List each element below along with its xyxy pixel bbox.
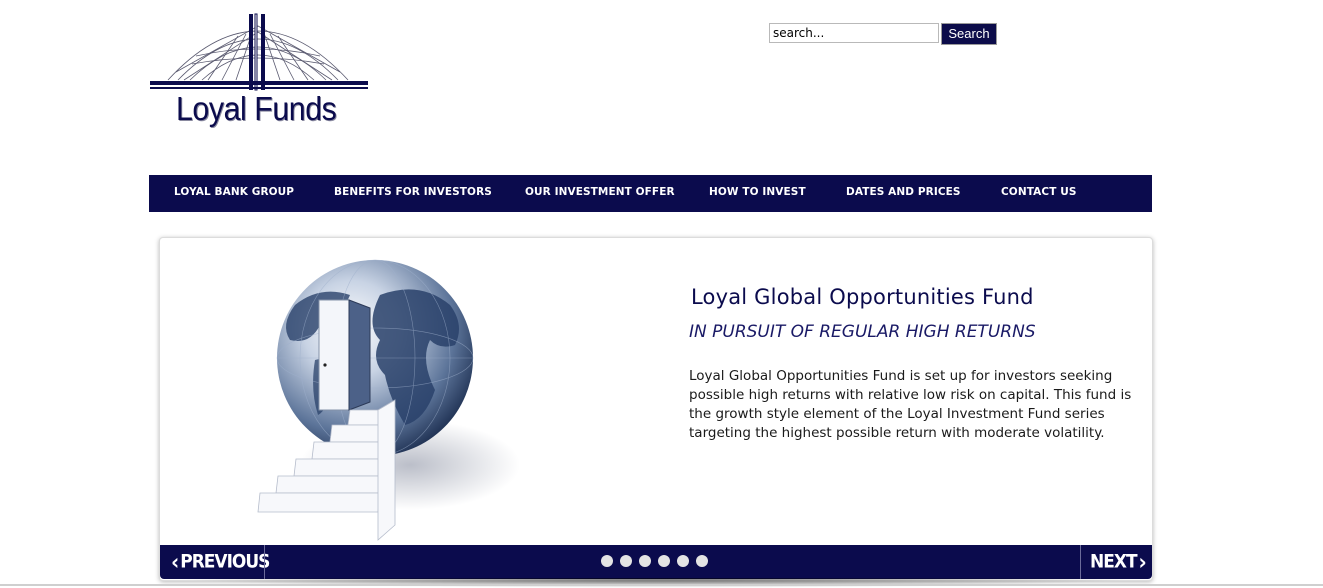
globe-door-stairs-image <box>257 259 520 541</box>
featured-slider: Loyal Global Opportunities Fund IN PURSU… <box>159 237 1153 581</box>
next-label: NEXT <box>1090 551 1138 573</box>
slider-shadow <box>170 578 1142 588</box>
slide-dot-2[interactable] <box>620 555 632 567</box>
nav-item-loyal-bank-group[interactable]: LOYAL BANK GROUP <box>174 186 294 198</box>
nav-item-contact-us[interactable]: CONTACT US <box>1001 186 1077 198</box>
divider <box>264 545 265 579</box>
previous-label: PREVIOUS <box>180 551 270 573</box>
nav-item-benefits-for-investors[interactable]: BENEFITS FOR INVESTORS <box>334 186 492 198</box>
slide-subtitle: IN PURSUIT OF REGULAR HIGH RETURNS <box>689 322 1036 342</box>
search-input[interactable] <box>769 23 939 43</box>
slide-dot-6[interactable] <box>696 555 708 567</box>
footer-divider <box>0 584 1323 586</box>
nav-item-how-to-invest[interactable]: HOW TO INVEST <box>709 186 806 198</box>
logo[interactable]: Loyal Funds <box>148 12 370 134</box>
slide-dot-4[interactable] <box>658 555 670 567</box>
nav-item-dates-and-prices[interactable]: DATES AND PRICES <box>846 186 961 198</box>
slide-dot-5[interactable] <box>677 555 689 567</box>
search-button[interactable]: Search <box>941 23 997 45</box>
search-bar: Search <box>769 23 997 45</box>
main-nav: LOYAL BANK GROUP BENEFITS FOR INVESTORS … <box>149 175 1152 212</box>
slide-pagination <box>601 555 715 567</box>
slider-controls: ‹ PREVIOUS NEXT › <box>160 545 1152 579</box>
chevron-left-icon: ‹ <box>171 548 179 576</box>
chevron-right-icon: › <box>1138 548 1147 576</box>
next-button[interactable]: NEXT › <box>1090 543 1148 580</box>
logo-text: Loyal Funds <box>176 90 337 127</box>
slide-title: Loyal Global Opportunities Fund <box>691 285 1034 309</box>
divider <box>1080 545 1081 579</box>
slide-description: Loyal Global Opportunities Fund is set u… <box>689 368 1132 441</box>
nav-item-our-investment-offer[interactable]: OUR INVESTMENT OFFER <box>525 186 675 198</box>
slide-dot-3[interactable] <box>639 555 651 567</box>
slide-dot-1[interactable] <box>601 555 613 567</box>
previous-button[interactable]: ‹ PREVIOUS <box>169 543 270 580</box>
